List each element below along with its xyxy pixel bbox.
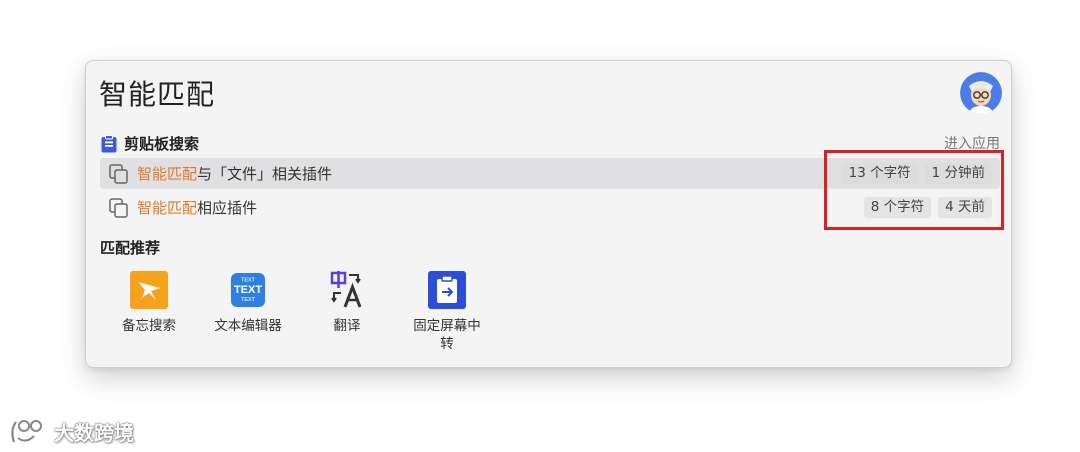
- watermark-logo-icon: [11, 420, 42, 443]
- translate-icon: [330, 271, 362, 308]
- result-rest-text: 与「文件」相关插件: [197, 165, 333, 183]
- annotation-highlight-box: [824, 150, 1004, 230]
- clipboard-section-title: 剪贴板搜索: [100, 133, 199, 154]
- watermark-text: 大数跨境: [54, 420, 134, 445]
- app-label: 固定屏幕中转: [413, 318, 481, 352]
- app-label: 备忘搜索: [122, 318, 176, 334]
- result-rest-text: 相应插件: [197, 199, 258, 217]
- svg-text:TEXT: TEXT: [234, 284, 262, 296]
- app-text-editor[interactable]: TEXT TEXT TEXT 文本编辑器: [203, 271, 293, 335]
- clipboard-section-label: 剪贴板搜索: [124, 135, 200, 153]
- stage: 智能匹配 剪贴板搜索 进入应用 智能匹配与「文件」相关插件 13 个字符 1 分…: [0, 0, 1080, 452]
- svg-text:TEXT: TEXT: [241, 297, 256, 303]
- avatar[interactable]: [960, 72, 1002, 114]
- memo-search-icon: [130, 271, 168, 309]
- search-input[interactable]: 智能匹配: [99, 75, 215, 115]
- watermark: 大数跨境: [8, 416, 134, 446]
- avatar-icon: [960, 72, 1002, 114]
- app-memo-search[interactable]: 备忘搜索: [104, 271, 194, 335]
- app-pin-screen[interactable]: 固定屏幕中转: [402, 271, 492, 353]
- clipboard-result-text: 智能匹配相应插件: [137, 197, 257, 218]
- pin-screen-icon: [428, 271, 466, 309]
- copy-icon: [109, 197, 128, 218]
- app-label: 翻译: [333, 318, 361, 334]
- recommend-section-title: 匹配推荐: [100, 239, 161, 257]
- match-highlight: 智能匹配: [137, 199, 198, 217]
- app-translate[interactable]: 翻译: [302, 271, 392, 335]
- svg-text:TEXT: TEXT: [241, 278, 256, 284]
- app-label: 文本编辑器: [214, 318, 282, 334]
- text-editor-icon: TEXT TEXT TEXT: [231, 273, 265, 307]
- match-highlight: 智能匹配: [137, 165, 198, 183]
- clipboard-icon: [101, 134, 117, 152]
- clipboard-result-text: 智能匹配与「文件」相关插件: [137, 163, 332, 184]
- copy-icon: [109, 163, 128, 184]
